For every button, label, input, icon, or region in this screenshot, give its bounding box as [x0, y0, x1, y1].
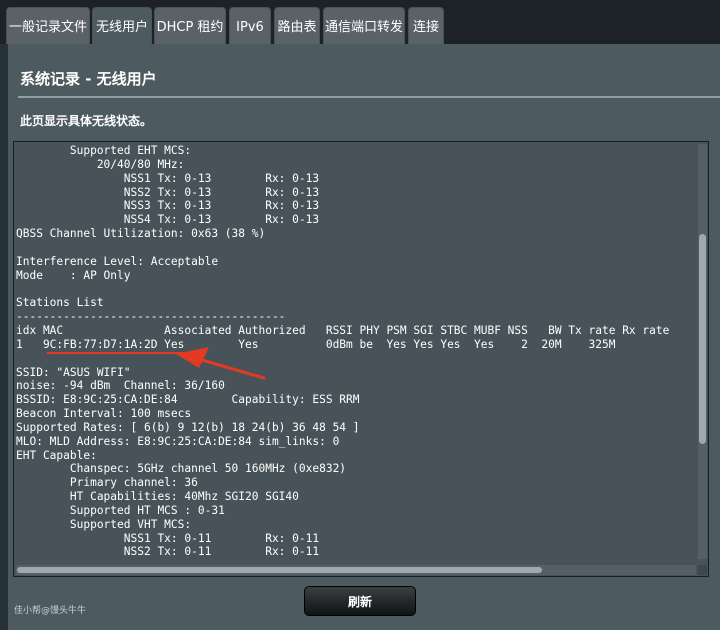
vertical-scrollbar[interactable]: [698, 144, 707, 559]
horizontal-scrollbar-thumb[interactable]: [17, 567, 542, 573]
vertical-scrollbar-thumb[interactable]: [699, 234, 706, 444]
title-divider: [18, 96, 720, 98]
tab-general-log[interactable]: 一般记录文件: [6, 7, 90, 44]
tab-bar: 一般记录文件 无线用户 DHCP 租约 IPv6 路由表 通信端口转发 连接: [0, 0, 720, 44]
main-panel: 系统记录 - 无线用户 此页显示具体无线状态。 Supported EHT MC…: [8, 44, 720, 630]
tab-wireless-users[interactable]: 无线用户: [92, 7, 152, 44]
scrollbar-corner: [698, 565, 707, 575]
horizontal-scrollbar[interactable]: [16, 565, 696, 575]
log-textarea[interactable]: Supported EHT MCS: 20/40/80 MHz: NSS1 Tx…: [13, 141, 709, 577]
tab-routing-table[interactable]: 路由表: [274, 7, 320, 44]
annotation-arrow-icon: [176, 347, 266, 380]
tab-dhcp-leases[interactable]: DHCP 租约: [154, 7, 226, 44]
tab-ipv6[interactable]: IPv6: [229, 7, 271, 44]
refresh-button[interactable]: 刷新: [304, 586, 416, 616]
page-description: 此页显示具体无线状态。: [20, 114, 153, 128]
tab-connections[interactable]: 连接: [408, 7, 444, 44]
page-title: 系统记录 - 无线用户: [20, 70, 157, 88]
watermark-text: 佳小帮@馒头牛牛: [14, 606, 87, 616]
tab-port-forwarding[interactable]: 通信端口转发: [323, 7, 405, 44]
